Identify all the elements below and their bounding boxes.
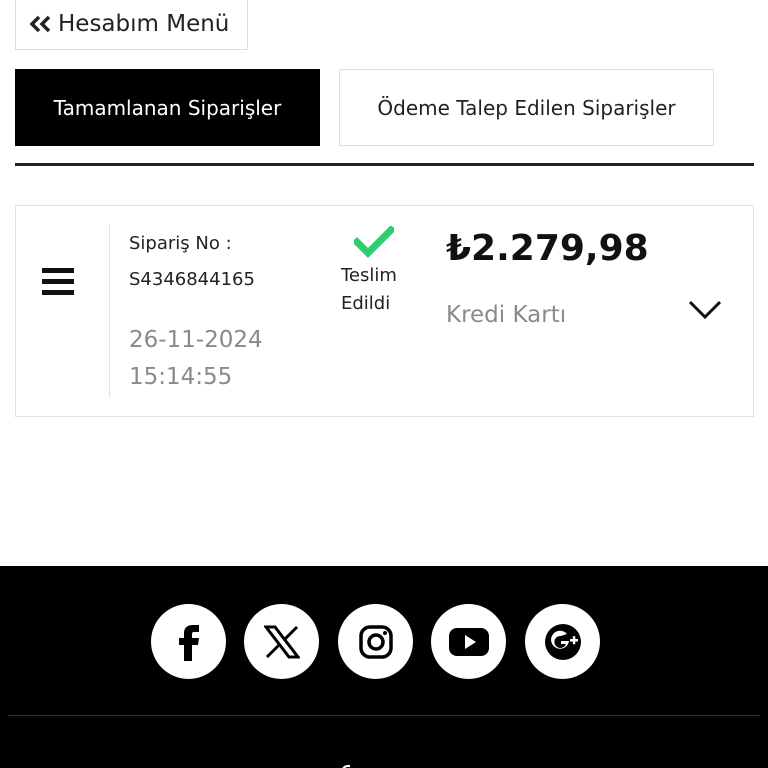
youtube-icon[interactable]	[431, 604, 506, 679]
order-date: 26-11-2024	[129, 327, 263, 353]
tabs-divider	[15, 163, 754, 166]
tab-label: Ödeme Talep Edilen Siparişler	[377, 95, 676, 120]
payment-method: Kredi Kartı	[446, 302, 567, 328]
check-icon	[352, 225, 396, 258]
footer	[0, 566, 768, 768]
order-status: Teslim Edildi	[341, 262, 411, 318]
google-plus-icon[interactable]	[525, 604, 600, 679]
hamburger-menu-icon[interactable]	[40, 266, 76, 296]
order-number: S4346844165	[129, 269, 255, 290]
footer-cut-off-content	[330, 759, 420, 768]
tab-completed-orders[interactable]: Tamamlanan Siparişler	[15, 69, 320, 146]
status-line-1: Teslim	[341, 265, 397, 286]
card-separator	[109, 224, 110, 398]
tab-payment-requested-orders[interactable]: Ödeme Talep Edilen Siparişler	[339, 69, 714, 146]
account-menu-label: Hesabım Menü	[58, 10, 230, 37]
double-chevron-left-icon	[28, 15, 52, 33]
order-number-label: Sipariş No :	[129, 233, 232, 254]
account-menu-button[interactable]: Hesabım Menü	[15, 0, 248, 50]
instagram-icon[interactable]	[338, 604, 413, 679]
order-time: 15:14:55	[129, 364, 233, 390]
facebook-icon[interactable]	[151, 604, 226, 679]
chevron-down-icon[interactable]	[688, 298, 722, 322]
x-icon[interactable]	[244, 604, 319, 679]
order-amount: ₺2.279,98	[446, 228, 649, 269]
order-card: Sipariş No : S4346844165 26-11-2024 15:1…	[15, 205, 754, 417]
status-line-2: Edildi	[341, 293, 391, 314]
tab-label: Tamamlanan Siparişler	[53, 95, 282, 120]
footer-divider	[8, 715, 760, 716]
